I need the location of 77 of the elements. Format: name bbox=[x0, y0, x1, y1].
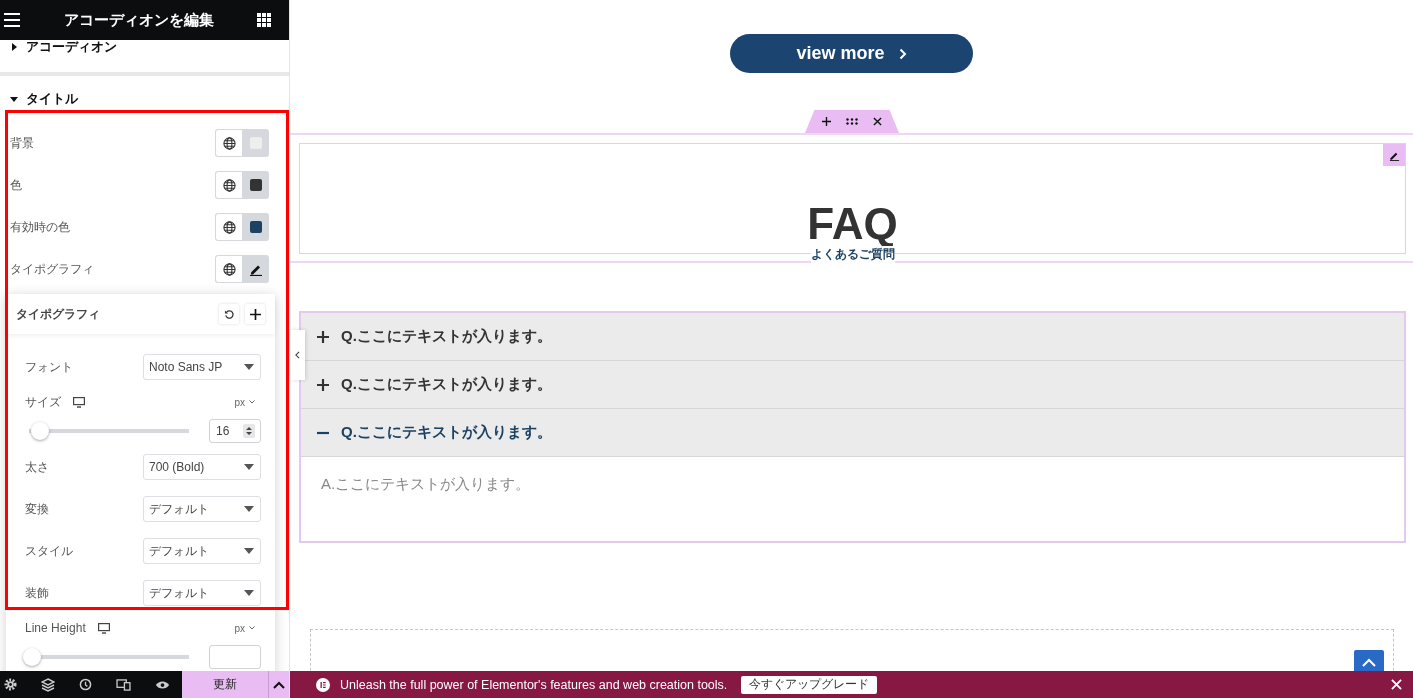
menu-icon[interactable] bbox=[4, 13, 20, 27]
globe-icon[interactable] bbox=[215, 255, 242, 283]
dropdown-arrow-icon bbox=[244, 590, 254, 596]
caret-icon[interactable] bbox=[268, 671, 289, 698]
field-label: 変換 bbox=[25, 500, 49, 518]
color-picker-button[interactable] bbox=[242, 171, 269, 199]
spinner-arrows-icon[interactable] bbox=[243, 424, 255, 438]
number-input[interactable] bbox=[209, 645, 261, 669]
chevron-up-icon bbox=[1362, 658, 1376, 667]
triangle-icon bbox=[10, 43, 18, 51]
accordion-header[interactable]: Q.ここにテキストが入ります。 bbox=[301, 313, 1404, 361]
drag-handle-icon[interactable] bbox=[846, 118, 858, 125]
accordion-header[interactable]: Q.ここにテキストが入ります。 bbox=[301, 409, 1404, 457]
field-label: サイズ bbox=[25, 393, 61, 411]
eye-icon[interactable] bbox=[155, 679, 170, 690]
faq-subheading: よくあるご質問 bbox=[810, 246, 895, 263]
history-icon[interactable] bbox=[79, 678, 92, 691]
edit-button[interactable] bbox=[242, 255, 269, 283]
field-label: スタイル bbox=[25, 542, 73, 560]
section-toggle[interactable]: アコーディオン bbox=[10, 40, 117, 56]
elementor-icon bbox=[316, 677, 330, 692]
chevron-left-icon bbox=[295, 351, 300, 359]
plus-icon bbox=[317, 378, 329, 391]
select-field[interactable]: 700 (Bold) bbox=[143, 454, 261, 480]
dropdown-arrow-icon bbox=[244, 464, 254, 470]
accordion-content: A.ここにテキストが入ります。 bbox=[321, 475, 531, 492]
add-icon[interactable] bbox=[245, 304, 265, 324]
control-label: 背景 bbox=[10, 134, 34, 152]
number-input[interactable]: 16 bbox=[209, 419, 261, 443]
panel-title: アコーディオンを編集 bbox=[63, 10, 214, 30]
layers-icon[interactable] bbox=[41, 677, 55, 692]
triangle-icon bbox=[10, 95, 18, 103]
chevron-down-icon bbox=[249, 400, 255, 404]
close-icon[interactable] bbox=[873, 117, 882, 126]
responsive-icon[interactable] bbox=[116, 678, 131, 691]
edit-widget-icon[interactable] bbox=[1383, 144, 1405, 166]
dropdown-arrow-icon bbox=[244, 364, 254, 370]
section-toggle[interactable]: タイトル bbox=[10, 90, 78, 108]
scroll-top-button[interactable] bbox=[1354, 650, 1384, 671]
plus-icon bbox=[317, 330, 329, 343]
dropdown-arrow-icon bbox=[244, 548, 254, 554]
field-label: 太さ bbox=[25, 458, 49, 476]
control-label: タイポグラフィ bbox=[10, 260, 94, 278]
popover-title: タイポグラフィ bbox=[16, 305, 100, 323]
chevron-down-icon bbox=[249, 626, 255, 630]
select-field[interactable]: Noto Sans JP bbox=[143, 354, 261, 380]
field-label: Line Height bbox=[25, 621, 86, 635]
view-more-button[interactable]: view more bbox=[730, 34, 973, 73]
field-label: フォント bbox=[25, 358, 73, 376]
add-icon[interactable] bbox=[822, 117, 831, 126]
slider-thumb[interactable] bbox=[23, 648, 41, 666]
slider-thumb[interactable] bbox=[30, 422, 49, 440]
accordion-header[interactable]: Q.ここにテキストが入ります。 bbox=[301, 361, 1404, 409]
globe-icon[interactable] bbox=[215, 213, 242, 241]
color-picker-button[interactable] bbox=[242, 213, 269, 241]
select-field[interactable]: デフォルト bbox=[143, 580, 261, 606]
dropdown-arrow-icon bbox=[244, 506, 254, 512]
promo-text: Unleash the full power of Elementor's features and web creation tools. bbox=[340, 677, 728, 692]
control-label: 有効時の色 bbox=[10, 218, 70, 236]
desktop-icon[interactable] bbox=[97, 622, 110, 634]
reset-icon[interactable] bbox=[219, 304, 239, 324]
control-label: 色 bbox=[10, 176, 22, 194]
select-field[interactable]: デフォルト bbox=[143, 496, 261, 522]
globe-icon[interactable] bbox=[215, 171, 242, 199]
update-button[interactable]: 更新 bbox=[181, 671, 269, 698]
settings-icon[interactable] bbox=[4, 678, 17, 691]
field-label: 装飾 bbox=[25, 584, 49, 602]
select-field[interactable]: デフォルト bbox=[143, 538, 261, 564]
apps-grid-icon[interactable] bbox=[257, 13, 271, 27]
upgrade-button[interactable]: 今すぐアップグレード bbox=[741, 675, 878, 694]
chevron-right-icon bbox=[898, 47, 907, 60]
desktop-icon[interactable] bbox=[73, 396, 85, 408]
faq-heading: FAQ bbox=[807, 202, 898, 246]
globe-icon[interactable] bbox=[215, 129, 242, 157]
unit-selector[interactable]: px bbox=[234, 396, 245, 408]
color-picker-button[interactable] bbox=[242, 129, 269, 157]
unit-selector[interactable]: px bbox=[234, 622, 245, 634]
